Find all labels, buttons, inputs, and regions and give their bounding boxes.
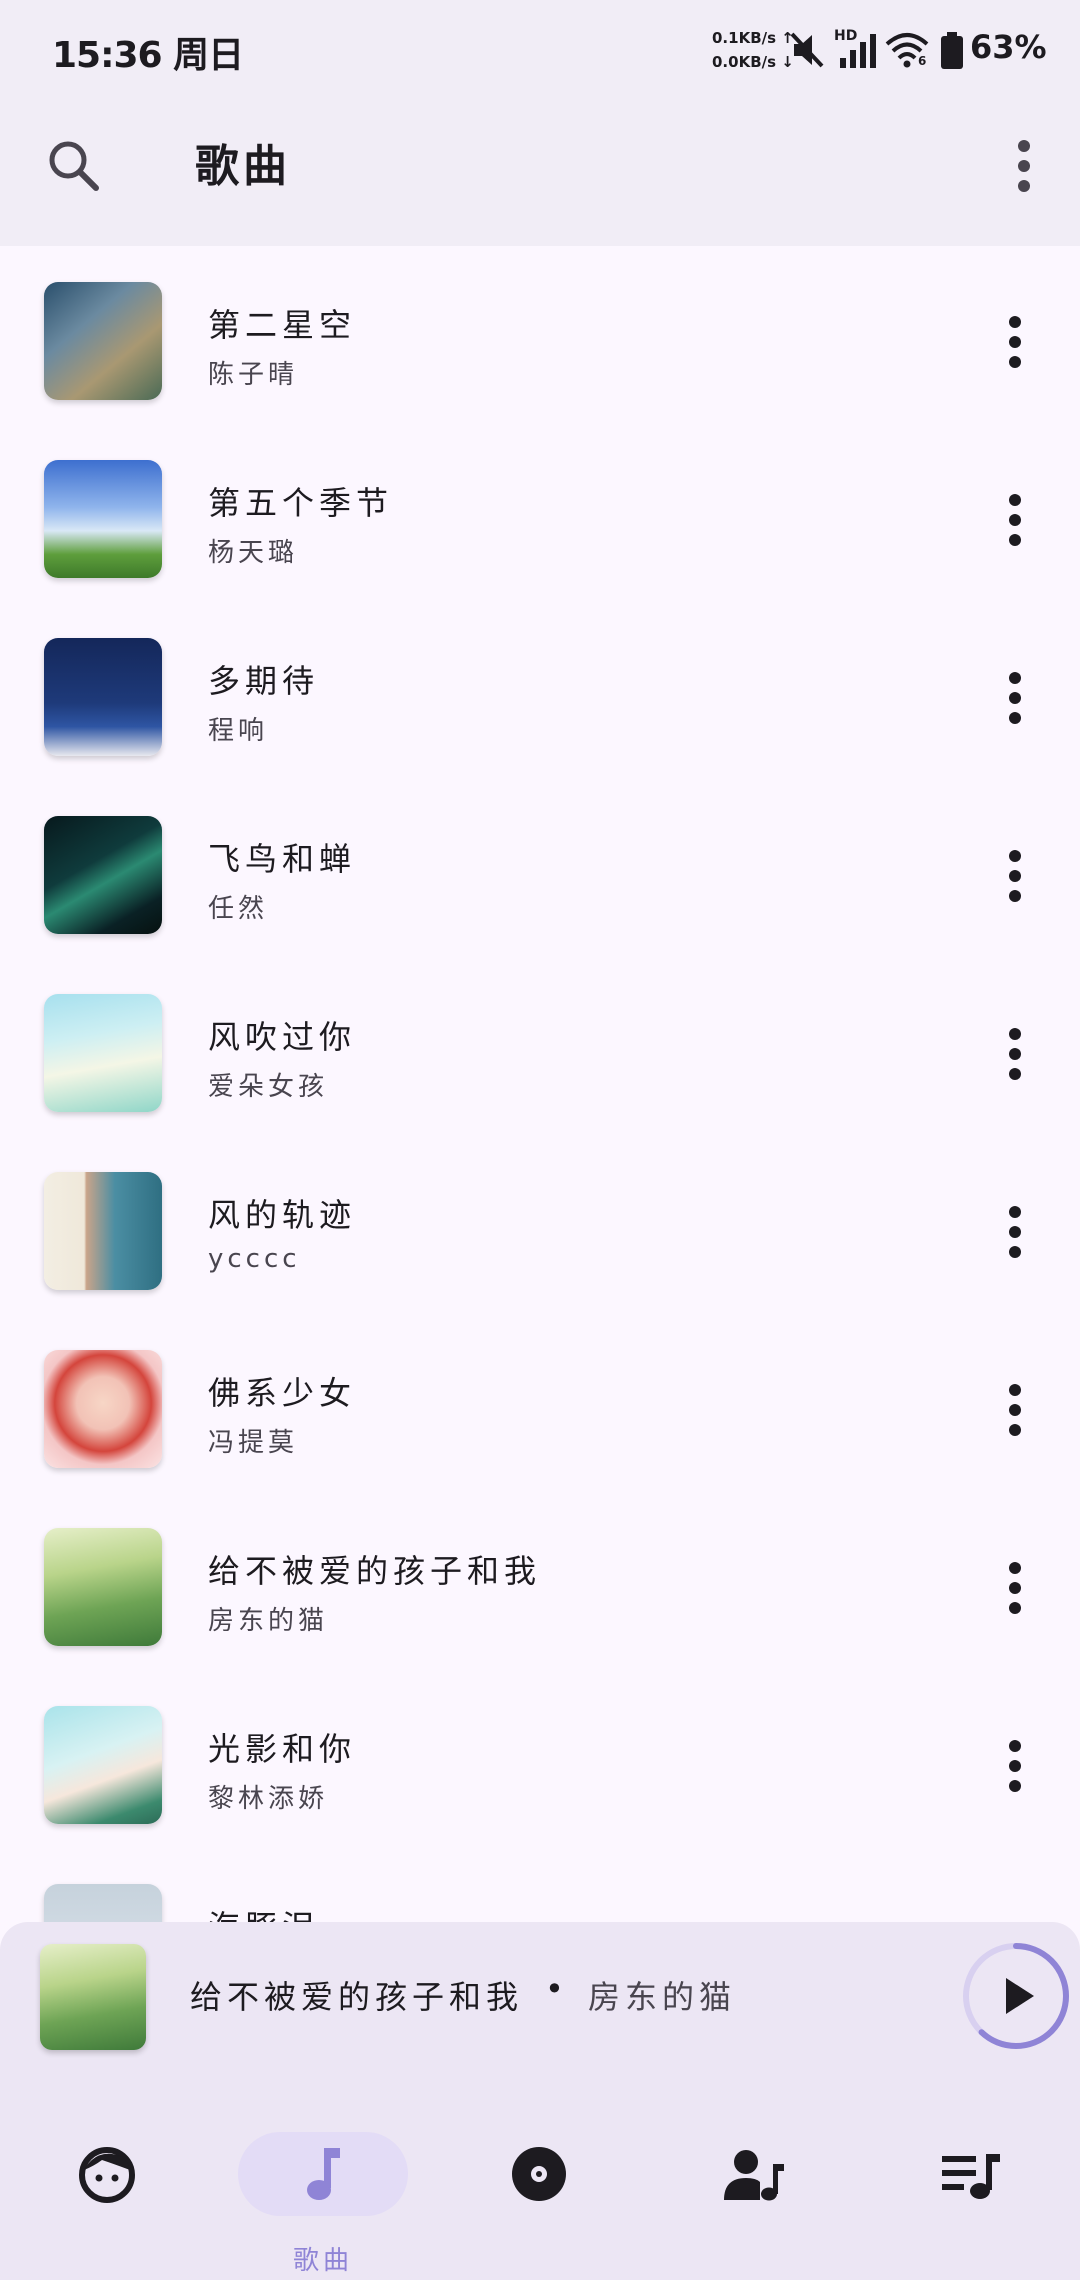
album-cover [44, 1884, 162, 1922]
now-playing-title: 给不被爱的孩子和我 [190, 1978, 524, 2016]
song-row[interactable]: 飞鸟和蝉 任然 [0, 780, 1080, 958]
song-list[interactable]: 第二星空 陈子晴 第五个季节 杨天璐 多期待 程响 飞鸟和蝉 任然 风吹过你 爱… [0, 246, 1080, 1922]
song-artist: 爱朵女孩 [208, 1072, 329, 1102]
status-time: 15:36 周日 [52, 35, 244, 76]
song-row[interactable]: 海豚泪 [0, 1848, 1080, 1922]
album-cover [44, 816, 162, 934]
more-vert-icon [1009, 1562, 1021, 1614]
download-speed: 0.0KB/s ↓ [712, 53, 794, 71]
song-row[interactable]: 风的轨迹 ycccc [0, 1136, 1080, 1314]
album-cover [44, 1350, 162, 1468]
nav-label-songs: 歌曲 [292, 2246, 353, 2276]
more-vert-icon [1009, 1206, 1021, 1258]
nav-item-artists[interactable] [670, 2100, 840, 2250]
song-more-button[interactable] [990, 658, 1040, 738]
now-playing-cover [40, 1944, 146, 2050]
song-row[interactable]: 佛系少女 冯提莫 [0, 1314, 1080, 1492]
song-more-button[interactable] [990, 480, 1040, 560]
song-more-button[interactable] [990, 1726, 1040, 1806]
song-title: 风的轨迹 [208, 1196, 357, 1234]
battery-percent: 63% [970, 28, 1047, 66]
song-more-button[interactable] [990, 836, 1040, 916]
song-artist: 冯提莫 [208, 1428, 299, 1458]
song-artist: 陈子晴 [208, 360, 299, 390]
more-vert-icon [1009, 672, 1021, 724]
nav-item-home[interactable] [22, 2100, 192, 2250]
song-row[interactable]: 第五个季节 杨天璐 [0, 424, 1080, 602]
now-playing-artist: 房东的猫 [588, 1978, 737, 2016]
face-icon [79, 2147, 135, 2203]
song-more-button[interactable] [990, 1192, 1040, 1272]
album-cover [44, 994, 162, 1112]
signal-icon [840, 34, 876, 68]
more-vert-icon [1009, 1028, 1021, 1080]
artist-icon [724, 2150, 784, 2201]
song-title: 给不被爱的孩子和我 [208, 1552, 542, 1590]
music-note-icon [307, 2148, 340, 2200]
playlist-icon [942, 2154, 1000, 2199]
song-more-button[interactable] [990, 1548, 1040, 1628]
song-more-button[interactable] [990, 1014, 1040, 1094]
nav-item-playlists[interactable] [886, 2100, 1056, 2250]
more-vert-icon [1009, 1384, 1021, 1436]
upload-speed: 0.1KB/s ↑ [712, 29, 794, 47]
album-disc-icon [512, 2147, 566, 2201]
album-cover [44, 1528, 162, 1646]
song-artist: 房东的猫 [208, 1606, 329, 1636]
play-progress-ring [963, 1943, 1069, 2049]
song-title: 光影和你 [208, 1730, 357, 1768]
song-row[interactable]: 第二星空 陈子晴 [0, 246, 1080, 424]
song-artist: ycccc [208, 1244, 301, 1274]
network-speed: 0.1KB/s ↑ 0.0KB/s ↓ [712, 26, 794, 74]
song-title: 佛系少女 [208, 1374, 357, 1412]
song-artist: 任然 [208, 894, 269, 924]
nav-item-songs[interactable]: 歌曲 [238, 2100, 408, 2276]
more-vert-icon [1009, 494, 1021, 546]
song-title: 第五个季节 [208, 484, 394, 522]
nav-item-albums[interactable] [454, 2100, 624, 2250]
song-title: 风吹过你 [208, 1018, 357, 1056]
play-icon [1006, 1978, 1034, 2014]
search-button[interactable] [42, 134, 106, 198]
play-button[interactable] [960, 1940, 1072, 2052]
more-vert-icon [1009, 850, 1021, 902]
album-cover [44, 1172, 162, 1290]
song-row[interactable]: 光影和你 黎林添娇 [0, 1670, 1080, 1848]
song-title: 海豚泪 [208, 1902, 319, 1922]
song-row[interactable]: 风吹过你 爱朵女孩 [0, 958, 1080, 1136]
search-icon [49, 141, 99, 191]
song-artist: 程响 [208, 716, 269, 746]
now-playing-separator: • [545, 1970, 564, 2008]
song-title: 多期待 [208, 662, 320, 700]
song-more-button[interactable] [990, 1370, 1040, 1450]
bottom-navigation: 歌曲 [0, 2070, 1080, 2280]
album-cover [44, 638, 162, 756]
album-cover [44, 1706, 162, 1824]
mini-player[interactable]: 给不被爱的孩子和我 • 房东的猫 [0, 1922, 1080, 2070]
song-artist: 杨天璐 [208, 538, 299, 568]
battery-icon [941, 32, 963, 69]
page-title: 歌曲 [195, 141, 291, 192]
song-more-button[interactable] [990, 302, 1040, 382]
song-title: 第二星空 [208, 306, 357, 344]
album-cover [44, 282, 162, 400]
song-title: 飞鸟和蝉 [208, 840, 357, 878]
more-vert-icon [1018, 140, 1030, 192]
song-artist: 黎林添娇 [208, 1784, 329, 1814]
more-vert-icon [1009, 316, 1021, 368]
status-bar: 15:36 周日 0.1KB/s ↑ 0.0KB/s ↓ HD 6 63% [0, 0, 1080, 100]
mute-icon [790, 32, 824, 68]
song-row[interactable]: 多期待 程响 [0, 602, 1080, 780]
more-vert-icon [1009, 1740, 1021, 1792]
overflow-menu-button[interactable] [1000, 134, 1048, 198]
app-bar: 歌曲 [0, 100, 1080, 246]
album-cover [44, 460, 162, 578]
song-row[interactable]: 给不被爱的孩子和我 房东的猫 [0, 1492, 1080, 1670]
wifi-sub-label: 6 [918, 54, 927, 68]
